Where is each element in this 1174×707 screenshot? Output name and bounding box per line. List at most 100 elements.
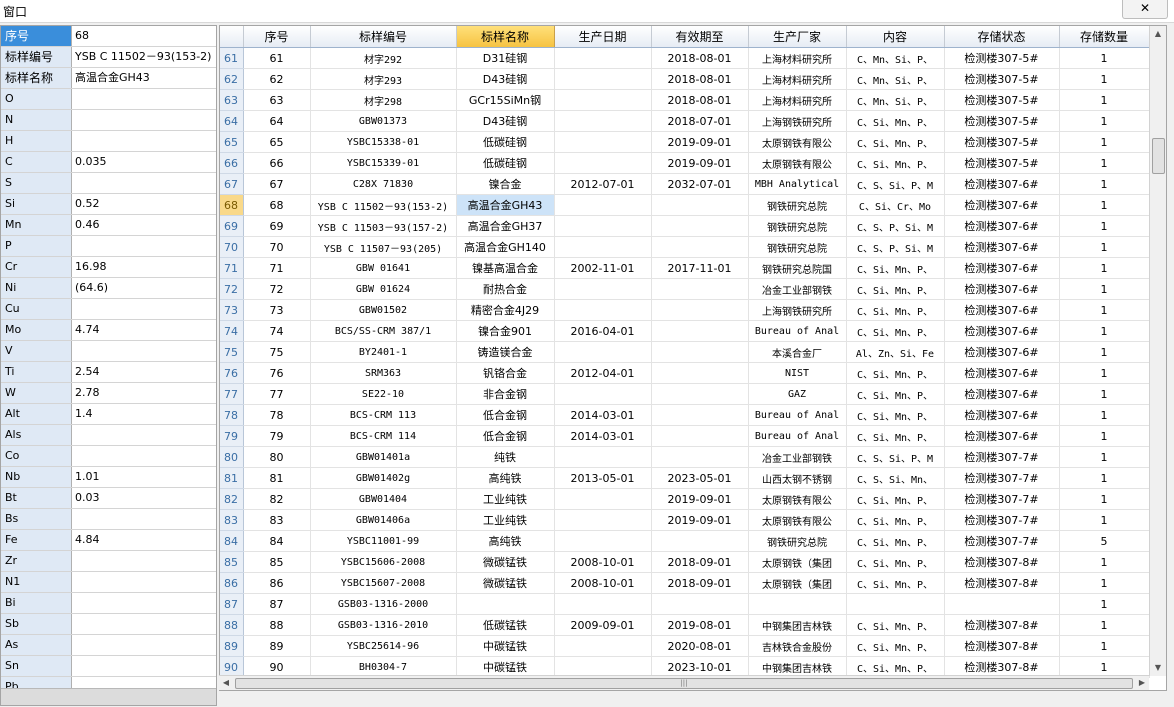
row-header[interactable]: 89 (220, 635, 244, 657)
column-header[interactable]: 生产日期 (554, 26, 652, 48)
table-cell[interactable]: 64 (243, 110, 311, 132)
table-row[interactable]: 67 67 C28X 71830 镍合金 2012-07-01 2032-07-01 MBH… (220, 173, 1150, 195)
table-cell[interactable]: 80 (243, 446, 311, 468)
table-cell[interactable]: C、Si、Mn、P、 (846, 257, 945, 279)
table-cell[interactable]: 2018-08-01 (651, 68, 749, 90)
table-cell[interactable]: 1 (1059, 257, 1150, 279)
corner-header[interactable] (220, 26, 244, 48)
property-row[interactable]: V (1, 341, 216, 362)
table-cell[interactable]: C、Si、Mn、P、 (846, 299, 945, 321)
table-cell[interactable]: 1 (1059, 635, 1150, 657)
property-row[interactable]: Mn 0.46 (1, 215, 216, 236)
table-row[interactable]: 87 87 GSB03-1316-2000 1 (220, 593, 1150, 615)
table-cell[interactable]: 2019-09-01 (651, 509, 749, 531)
table-cell[interactable]: GBW 01641 (310, 257, 457, 279)
property-row[interactable]: Bt 0.03 (1, 488, 216, 509)
table-cell[interactable]: C、Si、Mn、P、 (846, 320, 945, 342)
table-cell[interactable] (846, 593, 945, 615)
property-value[interactable] (72, 299, 216, 319)
table-cell[interactable]: 1 (1059, 467, 1150, 489)
property-value[interactable] (72, 551, 216, 571)
table-cell[interactable]: C、Si、Mn、P、 (846, 509, 945, 531)
table-cell[interactable]: 微碳锰铁 (456, 551, 555, 573)
table-cell[interactable]: 检测楼307-7# (944, 446, 1060, 468)
table-row[interactable]: 83 83 GBW01406a 工业纯铁 2019-09-01 太原钢铁有限公 C、Si、M… (220, 509, 1150, 531)
table-cell[interactable]: 63 (243, 89, 311, 111)
table-cell[interactable]: D43硅钢 (456, 110, 555, 132)
scroll-right-icon[interactable]: ▶ (1135, 676, 1149, 690)
table-cell[interactable]: C、Si、Mn、P、 (846, 110, 945, 132)
property-row[interactable]: S (1, 173, 216, 194)
table-cell[interactable]: GSB03-1316-2000 (310, 593, 457, 615)
table-cell[interactable]: 材字293 (310, 68, 457, 90)
table-cell[interactable] (554, 446, 652, 468)
table-row[interactable]: 86 86 YSBC15607-2008 微碳锰铁 2008-10-01 2018-09-… (220, 572, 1150, 594)
table-cell[interactable]: YSB C 11503－93(157-2) (310, 215, 457, 237)
property-row[interactable]: 标样编号 YSB C 11502－93(153-2) (1, 47, 216, 68)
property-row[interactable]: H (1, 131, 216, 152)
table-cell[interactable]: C、S、P、Si、M (846, 236, 945, 258)
property-row[interactable]: 标样名称 高温合金GH43 (1, 68, 216, 89)
table-cell[interactable]: Al、Zn、Si、Fe (846, 341, 945, 363)
table-cell[interactable]: 2019-09-01 (651, 488, 749, 510)
table-row[interactable]: 64 64 GBW01373 D43硅钢 2018-07-01 上海钢铁研究所 C、Si、M… (220, 110, 1150, 132)
table-row[interactable]: 65 65 YSBC15338-01 低碳硅钢 2019-09-01 太原钢铁有限公 C、S… (220, 131, 1150, 153)
table-cell[interactable]: 高纯铁 (456, 467, 555, 489)
table-cell[interactable] (651, 383, 749, 405)
table-cell[interactable]: 检测楼307-7# (944, 467, 1060, 489)
table-cell[interactable]: 88 (243, 614, 311, 636)
table-cell[interactable]: 检测楼307-6# (944, 341, 1060, 363)
table-cell[interactable]: 检测楼307-7# (944, 488, 1060, 510)
table-cell[interactable]: 太原钢铁（集团 (748, 551, 847, 573)
table-cell[interactable]: 68 (243, 194, 311, 216)
table-cell[interactable]: 钢铁研究总院 (748, 215, 847, 237)
column-header[interactable]: 有效期至 (651, 26, 749, 48)
table-cell[interactable]: 本溪合金厂 (748, 341, 847, 363)
table-cell[interactable]: 1 (1059, 383, 1150, 405)
vertical-scroll-thumb[interactable] (1152, 138, 1165, 174)
table-row[interactable]: 88 88 GSB03-1316-2010 低碳锰铁 2009-09-01 2019-08… (220, 614, 1150, 636)
table-cell[interactable]: 低合金钢 (456, 425, 555, 447)
table-cell[interactable]: 检测楼307-5# (944, 152, 1060, 174)
table-cell[interactable]: 冶金工业部钢铁 (748, 446, 847, 468)
table-cell[interactable]: 检测楼307-5# (944, 110, 1060, 132)
row-header[interactable]: 87 (220, 593, 244, 615)
table-cell[interactable]: 检测楼307-8# (944, 551, 1060, 573)
table-cell[interactable]: YSBC25614-96 (310, 635, 457, 657)
table-cell[interactable]: YSBC11001-99 (310, 530, 457, 552)
table-cell[interactable]: 2009-09-01 (554, 614, 652, 636)
vertical-scrollbar[interactable]: ▲ ▼ (1149, 26, 1166, 676)
table-cell[interactable]: 耐热合金 (456, 278, 555, 300)
table-cell[interactable]: 1 (1059, 425, 1150, 447)
property-row[interactable]: 序号 68 (1, 26, 216, 47)
table-cell[interactable] (554, 152, 652, 174)
table-cell[interactable]: 89 (243, 635, 311, 657)
property-row[interactable]: Fe 4.84 (1, 530, 216, 551)
table-cell[interactable]: 检测楼307-6# (944, 257, 1060, 279)
table-cell[interactable]: C、Si、Mn、P、 (846, 551, 945, 573)
table-cell[interactable]: 中碳锰铁 (456, 635, 555, 657)
table-cell[interactable]: GBW01401a (310, 446, 457, 468)
scroll-down-icon[interactable]: ▼ (1150, 660, 1166, 676)
table-cell[interactable]: SRM363 (310, 362, 457, 384)
row-header[interactable]: 64 (220, 110, 244, 132)
table-cell[interactable]: 钒铬合金 (456, 362, 555, 384)
table-cell[interactable]: C、Mn、Si、P、 (846, 47, 945, 69)
property-value[interactable]: 0.52 (72, 194, 216, 214)
table-row[interactable]: 76 76 SRM363 钒铬合金 2012-04-01 NIST C、Si、Mn、P、 检测… (220, 362, 1150, 384)
property-row[interactable]: P (1, 236, 216, 257)
table-cell[interactable]: YSBC15606-2008 (310, 551, 457, 573)
table-cell[interactable]: 2008-10-01 (554, 551, 652, 573)
row-header[interactable]: 80 (220, 446, 244, 468)
table-cell[interactable]: 检测楼307-6# (944, 383, 1060, 405)
table-cell[interactable]: Bureau of Anal (748, 404, 847, 426)
table-cell[interactable]: 材字292 (310, 47, 457, 69)
table-cell[interactable]: 2018-08-01 (651, 89, 749, 111)
row-header[interactable]: 81 (220, 467, 244, 489)
table-cell[interactable]: 1 (1059, 299, 1150, 321)
table-cell[interactable] (554, 68, 652, 90)
scroll-up-icon[interactable]: ▲ (1150, 26, 1166, 42)
property-value[interactable]: 4.74 (72, 320, 216, 340)
table-cell[interactable]: 70 (243, 236, 311, 258)
table-cell[interactable]: 1 (1059, 110, 1150, 132)
